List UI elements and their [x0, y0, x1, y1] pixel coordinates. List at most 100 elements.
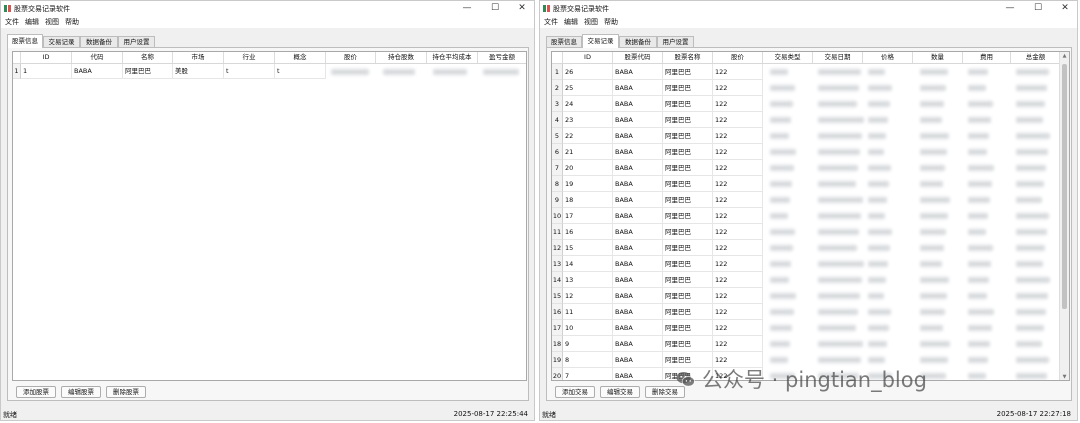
cell-stock-name[interactable]: 阿里巴巴 — [663, 288, 713, 304]
column-header[interactable]: 价格 — [863, 52, 913, 63]
cell-id[interactable]: 17 — [563, 208, 613, 224]
cell-stock-code[interactable]: BABA — [613, 320, 663, 336]
add-stock-button[interactable]: 添加股票 — [16, 386, 56, 398]
row-number[interactable]: 5 — [552, 128, 563, 144]
cell-id[interactable]: 7 — [563, 368, 613, 380]
cell-id[interactable]: 8 — [563, 352, 613, 368]
cell-name[interactable]: 阿里巴巴 — [123, 64, 173, 79]
delete-stock-button[interactable]: 删除股票 — [106, 386, 146, 398]
cell-concept[interactable]: t — [275, 64, 326, 79]
cell-stock-code[interactable]: BABA — [613, 224, 663, 240]
cell-stock-name[interactable]: 阿里巴巴 — [663, 224, 713, 240]
row-number[interactable]: 11 — [552, 224, 563, 240]
cell-id[interactable]: 11 — [563, 304, 613, 320]
cell-stock-code[interactable]: BABA — [613, 208, 663, 224]
tab-data-backup[interactable]: 数据备份 — [80, 36, 118, 47]
row-number[interactable]: 7 — [552, 160, 563, 176]
cell-id[interactable]: 10 — [563, 320, 613, 336]
trade-table[interactable]: ID 股票代码 股票名称 股价 交易类型 交易日期 价格 数量 费用 总金额 1… — [551, 51, 1070, 381]
column-header[interactable]: 总金额 — [1011, 52, 1061, 63]
cell-stock-name[interactable]: 阿里巴巴 — [663, 96, 713, 112]
cell-stock-name[interactable]: 阿里巴巴 — [663, 144, 713, 160]
cell-price[interactable]: 122 — [713, 288, 763, 304]
menu-view[interactable]: 视图 — [584, 17, 598, 27]
cell-id[interactable]: 16 — [563, 224, 613, 240]
column-header[interactable]: 股票代码 — [613, 52, 663, 63]
cell-stock-code[interactable]: BABA — [613, 352, 663, 368]
cell-stock-code[interactable]: BABA — [613, 128, 663, 144]
cell-id[interactable]: 21 — [563, 144, 613, 160]
row-number[interactable]: 17 — [552, 320, 563, 336]
menu-file[interactable]: 文件 — [5, 17, 19, 27]
cell-stock-name[interactable]: 阿里巴巴 — [663, 320, 713, 336]
row-number[interactable]: 3 — [552, 96, 563, 112]
row-number[interactable]: 8 — [552, 176, 563, 192]
column-header[interactable]: ID — [563, 52, 613, 63]
cell-id[interactable]: 14 — [563, 256, 613, 272]
column-header[interactable]: 费用 — [963, 52, 1011, 63]
cell-price[interactable]: 122 — [713, 160, 763, 176]
cell-stock-name[interactable]: 阿里巴巴 — [663, 256, 713, 272]
cell-stock-code[interactable]: BABA — [613, 96, 663, 112]
row-number[interactable]: 19 — [552, 352, 563, 368]
cell-id[interactable]: 13 — [563, 272, 613, 288]
cell-stock-code[interactable]: BABA — [613, 304, 663, 320]
tab-stock-info[interactable]: 股票信息 — [7, 34, 43, 48]
cell-market[interactable]: 美股 — [173, 64, 224, 79]
cell-stock-name[interactable]: 阿里巴巴 — [663, 272, 713, 288]
cell-id[interactable]: 15 — [563, 240, 613, 256]
tab-stock-info[interactable]: 股票信息 — [546, 36, 582, 47]
column-header[interactable]: 持仓平均成本 — [427, 52, 478, 63]
cell-price[interactable]: 122 — [713, 192, 763, 208]
vertical-scrollbar[interactable]: ▲ ▼ — [1059, 52, 1069, 380]
add-trade-button[interactable]: 添加交易 — [555, 386, 595, 398]
row-number[interactable]: 4 — [552, 112, 563, 128]
cell-id[interactable]: 9 — [563, 336, 613, 352]
row-number[interactable]: 10 — [552, 208, 563, 224]
column-header[interactable]: 股票名称 — [663, 52, 713, 63]
column-header[interactable]: 代码 — [72, 52, 123, 63]
column-header[interactable]: ID — [21, 52, 72, 63]
maximize-button[interactable]: ☐ — [488, 3, 502, 14]
cell-id[interactable]: 26 — [563, 64, 613, 80]
cell-price[interactable]: 122 — [713, 304, 763, 320]
cell-stock-name[interactable]: 阿里巴巴 — [663, 336, 713, 352]
cell-stock-name[interactable]: 阿里巴巴 — [663, 176, 713, 192]
cell-id[interactable]: 22 — [563, 128, 613, 144]
cell-id[interactable]: 24 — [563, 96, 613, 112]
cell-price[interactable]: 122 — [713, 256, 763, 272]
cell-stock-code[interactable]: BABA — [613, 336, 663, 352]
row-number[interactable]: 9 — [552, 192, 563, 208]
cell-stock-code[interactable]: BABA — [613, 144, 663, 160]
cell-stock-name[interactable]: 阿里巴巴 — [663, 240, 713, 256]
row-number[interactable]: 2 — [552, 80, 563, 96]
stock-table[interactable]: ID 代码 名称 市场 行业 概念 股价 持仓股数 持仓平均成本 盈亏金额 1 … — [12, 51, 527, 381]
row-number[interactable]: 13 — [552, 256, 563, 272]
cell-stock-code[interactable]: BABA — [613, 368, 663, 380]
column-header[interactable]: 交易日期 — [813, 52, 863, 63]
column-header[interactable]: 行业 — [224, 52, 275, 63]
cell-price[interactable]: 122 — [713, 320, 763, 336]
title-bar[interactable]: 股票交易记录软件 — ☐ ✕ — [1, 1, 534, 16]
scroll-down-icon[interactable]: ▼ — [1060, 373, 1069, 380]
column-header[interactable]: 市场 — [173, 52, 224, 63]
cell-price[interactable]: 122 — [713, 96, 763, 112]
tab-trade-records[interactable]: 交易记录 — [43, 36, 80, 47]
edit-stock-button[interactable]: 编辑股票 — [61, 386, 101, 398]
cell-price[interactable]: 122 — [713, 336, 763, 352]
cell-stock-name[interactable]: 阿里巴巴 — [663, 208, 713, 224]
column-header[interactable]: 股价 — [713, 52, 763, 63]
cell-stock-code[interactable]: BABA — [613, 240, 663, 256]
column-header[interactable]: 名称 — [123, 52, 173, 63]
row-number[interactable]: 15 — [552, 288, 563, 304]
cell-id[interactable]: 18 — [563, 192, 613, 208]
tab-trade-records[interactable]: 交易记录 — [582, 34, 619, 48]
tab-user-settings[interactable]: 用户设置 — [657, 36, 694, 47]
edit-trade-button[interactable]: 编辑交易 — [600, 386, 640, 398]
cell-price[interactable]: 122 — [713, 272, 763, 288]
cell-price[interactable]: 122 — [713, 64, 763, 80]
column-header[interactable]: 交易类型 — [763, 52, 813, 63]
row-number[interactable]: 20 — [552, 368, 563, 380]
cell-id[interactable]: 23 — [563, 112, 613, 128]
row-number[interactable]: 6 — [552, 144, 563, 160]
